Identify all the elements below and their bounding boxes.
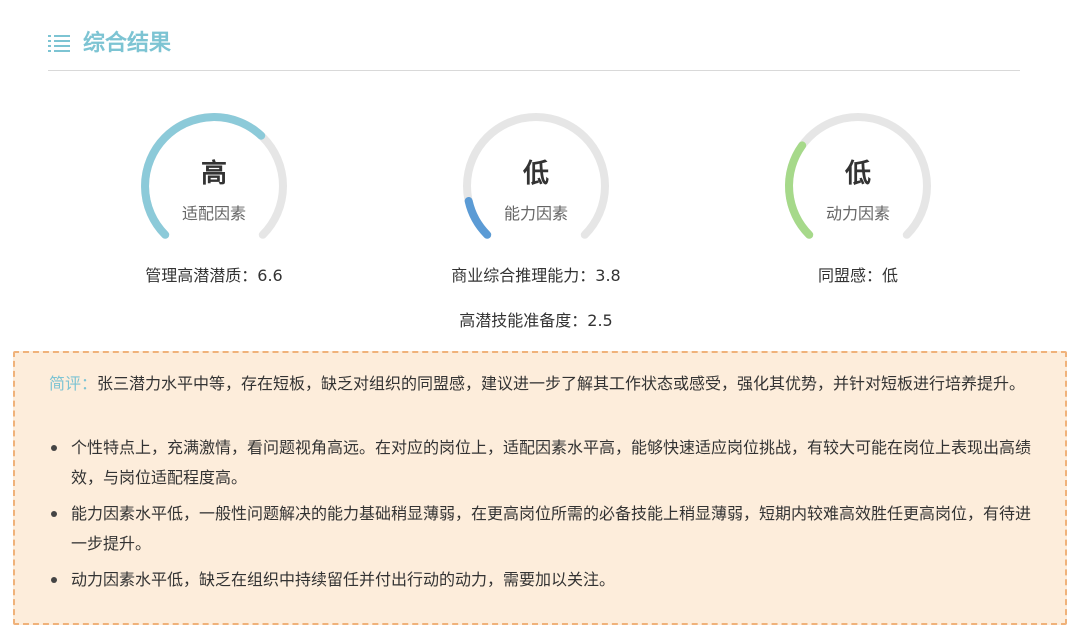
gauge-label: 能力因素: [503, 204, 568, 223]
list-item: 个性特点上，充满激情，看问题视角高远。在对应的岗位上，适配因素水平高，能够快速适…: [49, 433, 1039, 493]
gauge-label: 适配因素: [181, 204, 246, 223]
page-title: 综合结果: [83, 31, 172, 56]
list-item: 动力因素水平低，缺乏在组织中持续留任并付出行动的动力，需要加以关注。: [49, 565, 1039, 595]
gauge-level: 低: [844, 159, 871, 189]
gauge-level: 低: [522, 159, 549, 189]
list-item-text: 个性特点上，充满激情，看问题视角高远。在对应的岗位上，适配因素水平高，能够快速适…: [71, 438, 1032, 487]
list-icon: [48, 35, 70, 52]
metric-management-potential: 管理高潜潜质：6.6: [145, 266, 283, 285]
gauge-level: 高: [200, 159, 227, 189]
list-item-text: 动力因素水平低，缺乏在组织中持续留任并付出行动的动力，需要加以关注。: [71, 570, 616, 589]
metric-alliance: 同盟感：低: [817, 266, 898, 285]
section-header: 综合结果: [48, 24, 1020, 71]
summary-label: 简评：: [49, 374, 98, 393]
list-item: 能力因素水平低，一般性问题解决的能力基础稍显薄弱，在更高岗位所需的必备技能上稍显…: [49, 499, 1039, 559]
metric-business-reasoning: 商业综合推理能力：3.8: [451, 266, 621, 285]
gauge-label: 动力因素: [825, 204, 890, 223]
metric-skill-readiness: 高潜技能准备度：2.5: [459, 311, 613, 330]
gauge-motivation-factor: 低 动力因素: [773, 108, 943, 248]
comment-panel: 简评：张三潜力水平中等，存在短板，缺乏对组织的同盟感，建议进一步了解其工作状态或…: [13, 351, 1067, 625]
summary-body: 张三潜力水平中等，存在短板，缺乏对组织的同盟感，建议进一步了解其工作状态或感受，…: [97, 374, 1026, 393]
gauge-fit-factor: 高 适配因素: [129, 108, 299, 248]
bullet-icon: [51, 577, 57, 583]
list-item-text: 能力因素水平低，一般性问题解决的能力基础稍显薄弱，在更高岗位所需的必备技能上稍显…: [71, 504, 1032, 553]
gauge-ability-factor: 低 能力因素: [451, 108, 621, 248]
bullet-icon: [51, 511, 57, 517]
bullet-icon: [51, 445, 57, 451]
comment-list: 个性特点上，充满激情，看问题视角高远。在对应的岗位上，适配因素水平高，能够快速适…: [49, 433, 1039, 601]
summary-text: 简评：张三潜力水平中等，存在短板，缺乏对组织的同盟感，建议进一步了解其工作状态或…: [49, 369, 1039, 399]
